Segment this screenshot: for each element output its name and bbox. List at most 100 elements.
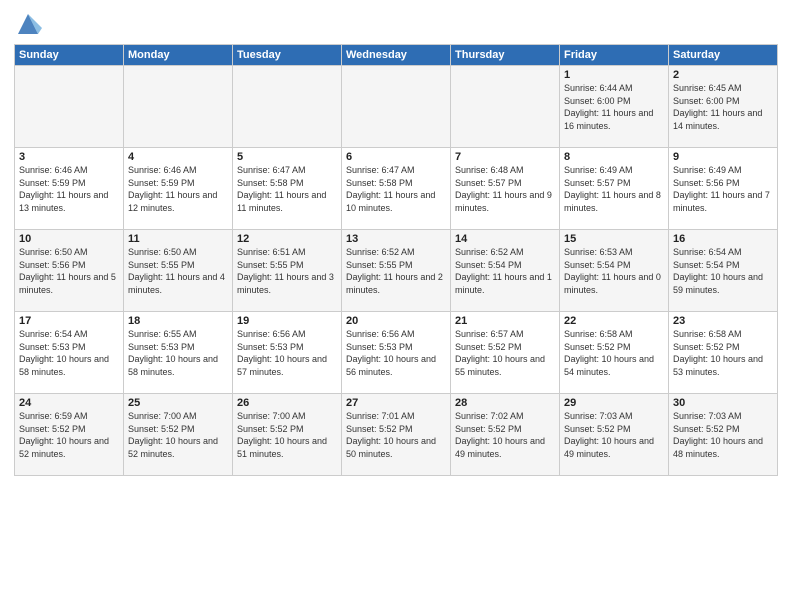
day-header-tuesday: Tuesday	[233, 45, 342, 66]
calendar-header-row: SundayMondayTuesdayWednesdayThursdayFrid…	[15, 45, 778, 66]
day-info: Sunrise: 7:03 AM Sunset: 5:52 PM Dayligh…	[673, 410, 773, 460]
day-info: Sunrise: 6:56 AM Sunset: 5:53 PM Dayligh…	[346, 328, 446, 378]
day-info: Sunrise: 6:50 AM Sunset: 5:56 PM Dayligh…	[19, 246, 119, 296]
calendar-week-3: 10Sunrise: 6:50 AM Sunset: 5:56 PM Dayli…	[15, 230, 778, 312]
day-info: Sunrise: 6:51 AM Sunset: 5:55 PM Dayligh…	[237, 246, 337, 296]
calendar-cell: 18Sunrise: 6:55 AM Sunset: 5:53 PM Dayli…	[124, 312, 233, 394]
header	[14, 10, 778, 38]
calendar-cell: 30Sunrise: 7:03 AM Sunset: 5:52 PM Dayli…	[669, 394, 778, 476]
day-info: Sunrise: 6:58 AM Sunset: 5:52 PM Dayligh…	[673, 328, 773, 378]
day-number: 7	[455, 151, 555, 163]
day-number: 5	[237, 151, 337, 163]
calendar-cell: 8Sunrise: 6:49 AM Sunset: 5:57 PM Daylig…	[560, 148, 669, 230]
calendar-cell	[342, 66, 451, 148]
day-number: 10	[19, 233, 119, 245]
day-info: Sunrise: 7:00 AM Sunset: 5:52 PM Dayligh…	[128, 410, 228, 460]
day-number: 24	[19, 397, 119, 409]
logo-icon	[14, 10, 42, 38]
day-info: Sunrise: 6:46 AM Sunset: 5:59 PM Dayligh…	[128, 164, 228, 214]
calendar-cell: 17Sunrise: 6:54 AM Sunset: 5:53 PM Dayli…	[15, 312, 124, 394]
day-number: 6	[346, 151, 446, 163]
day-number: 14	[455, 233, 555, 245]
calendar-cell: 5Sunrise: 6:47 AM Sunset: 5:58 PM Daylig…	[233, 148, 342, 230]
day-header-saturday: Saturday	[669, 45, 778, 66]
day-info: Sunrise: 6:49 AM Sunset: 5:57 PM Dayligh…	[564, 164, 664, 214]
day-header-sunday: Sunday	[15, 45, 124, 66]
calendar-cell: 2Sunrise: 6:45 AM Sunset: 6:00 PM Daylig…	[669, 66, 778, 148]
calendar-table: SundayMondayTuesdayWednesdayThursdayFrid…	[14, 44, 778, 476]
day-number: 1	[564, 69, 664, 81]
calendar-cell: 3Sunrise: 6:46 AM Sunset: 5:59 PM Daylig…	[15, 148, 124, 230]
calendar-cell: 20Sunrise: 6:56 AM Sunset: 5:53 PM Dayli…	[342, 312, 451, 394]
calendar-cell: 4Sunrise: 6:46 AM Sunset: 5:59 PM Daylig…	[124, 148, 233, 230]
day-number: 13	[346, 233, 446, 245]
calendar-cell: 23Sunrise: 6:58 AM Sunset: 5:52 PM Dayli…	[669, 312, 778, 394]
calendar-week-2: 3Sunrise: 6:46 AM Sunset: 5:59 PM Daylig…	[15, 148, 778, 230]
day-number: 19	[237, 315, 337, 327]
calendar-week-5: 24Sunrise: 6:59 AM Sunset: 5:52 PM Dayli…	[15, 394, 778, 476]
calendar-cell: 27Sunrise: 7:01 AM Sunset: 5:52 PM Dayli…	[342, 394, 451, 476]
calendar-cell: 1Sunrise: 6:44 AM Sunset: 6:00 PM Daylig…	[560, 66, 669, 148]
day-info: Sunrise: 6:57 AM Sunset: 5:52 PM Dayligh…	[455, 328, 555, 378]
day-header-friday: Friday	[560, 45, 669, 66]
day-number: 20	[346, 315, 446, 327]
day-info: Sunrise: 6:50 AM Sunset: 5:55 PM Dayligh…	[128, 246, 228, 296]
day-info: Sunrise: 6:58 AM Sunset: 5:52 PM Dayligh…	[564, 328, 664, 378]
day-header-monday: Monday	[124, 45, 233, 66]
day-header-wednesday: Wednesday	[342, 45, 451, 66]
calendar-week-1: 1Sunrise: 6:44 AM Sunset: 6:00 PM Daylig…	[15, 66, 778, 148]
day-number: 23	[673, 315, 773, 327]
calendar-cell: 28Sunrise: 7:02 AM Sunset: 5:52 PM Dayli…	[451, 394, 560, 476]
calendar-cell: 11Sunrise: 6:50 AM Sunset: 5:55 PM Dayli…	[124, 230, 233, 312]
calendar-cell: 16Sunrise: 6:54 AM Sunset: 5:54 PM Dayli…	[669, 230, 778, 312]
day-info: Sunrise: 6:59 AM Sunset: 5:52 PM Dayligh…	[19, 410, 119, 460]
calendar-cell: 12Sunrise: 6:51 AM Sunset: 5:55 PM Dayli…	[233, 230, 342, 312]
day-number: 25	[128, 397, 228, 409]
calendar-cell: 19Sunrise: 6:56 AM Sunset: 5:53 PM Dayli…	[233, 312, 342, 394]
page: SundayMondayTuesdayWednesdayThursdayFrid…	[0, 0, 792, 482]
day-number: 4	[128, 151, 228, 163]
calendar-cell	[451, 66, 560, 148]
day-header-thursday: Thursday	[451, 45, 560, 66]
day-info: Sunrise: 6:53 AM Sunset: 5:54 PM Dayligh…	[564, 246, 664, 296]
calendar-cell: 25Sunrise: 7:00 AM Sunset: 5:52 PM Dayli…	[124, 394, 233, 476]
calendar-cell: 6Sunrise: 6:47 AM Sunset: 5:58 PM Daylig…	[342, 148, 451, 230]
calendar-cell: 29Sunrise: 7:03 AM Sunset: 5:52 PM Dayli…	[560, 394, 669, 476]
day-info: Sunrise: 7:03 AM Sunset: 5:52 PM Dayligh…	[564, 410, 664, 460]
day-info: Sunrise: 6:47 AM Sunset: 5:58 PM Dayligh…	[346, 164, 446, 214]
calendar-cell: 10Sunrise: 6:50 AM Sunset: 5:56 PM Dayli…	[15, 230, 124, 312]
day-number: 16	[673, 233, 773, 245]
day-number: 2	[673, 69, 773, 81]
day-number: 27	[346, 397, 446, 409]
day-info: Sunrise: 7:00 AM Sunset: 5:52 PM Dayligh…	[237, 410, 337, 460]
calendar-cell: 26Sunrise: 7:00 AM Sunset: 5:52 PM Dayli…	[233, 394, 342, 476]
day-info: Sunrise: 7:02 AM Sunset: 5:52 PM Dayligh…	[455, 410, 555, 460]
calendar-cell: 13Sunrise: 6:52 AM Sunset: 5:55 PM Dayli…	[342, 230, 451, 312]
day-number: 28	[455, 397, 555, 409]
day-info: Sunrise: 6:54 AM Sunset: 5:53 PM Dayligh…	[19, 328, 119, 378]
calendar-cell: 9Sunrise: 6:49 AM Sunset: 5:56 PM Daylig…	[669, 148, 778, 230]
day-info: Sunrise: 6:48 AM Sunset: 5:57 PM Dayligh…	[455, 164, 555, 214]
day-number: 12	[237, 233, 337, 245]
day-number: 8	[564, 151, 664, 163]
day-number: 3	[19, 151, 119, 163]
day-info: Sunrise: 6:47 AM Sunset: 5:58 PM Dayligh…	[237, 164, 337, 214]
day-info: Sunrise: 6:44 AM Sunset: 6:00 PM Dayligh…	[564, 82, 664, 132]
day-info: Sunrise: 7:01 AM Sunset: 5:52 PM Dayligh…	[346, 410, 446, 460]
day-number: 17	[19, 315, 119, 327]
day-info: Sunrise: 6:55 AM Sunset: 5:53 PM Dayligh…	[128, 328, 228, 378]
calendar-cell	[15, 66, 124, 148]
calendar-cell: 15Sunrise: 6:53 AM Sunset: 5:54 PM Dayli…	[560, 230, 669, 312]
day-info: Sunrise: 6:52 AM Sunset: 5:54 PM Dayligh…	[455, 246, 555, 296]
day-number: 21	[455, 315, 555, 327]
calendar-cell: 7Sunrise: 6:48 AM Sunset: 5:57 PM Daylig…	[451, 148, 560, 230]
day-info: Sunrise: 6:52 AM Sunset: 5:55 PM Dayligh…	[346, 246, 446, 296]
day-number: 22	[564, 315, 664, 327]
day-number: 18	[128, 315, 228, 327]
day-number: 26	[237, 397, 337, 409]
day-info: Sunrise: 6:46 AM Sunset: 5:59 PM Dayligh…	[19, 164, 119, 214]
calendar-cell	[233, 66, 342, 148]
calendar-week-4: 17Sunrise: 6:54 AM Sunset: 5:53 PM Dayli…	[15, 312, 778, 394]
calendar-cell: 22Sunrise: 6:58 AM Sunset: 5:52 PM Dayli…	[560, 312, 669, 394]
day-number: 11	[128, 233, 228, 245]
